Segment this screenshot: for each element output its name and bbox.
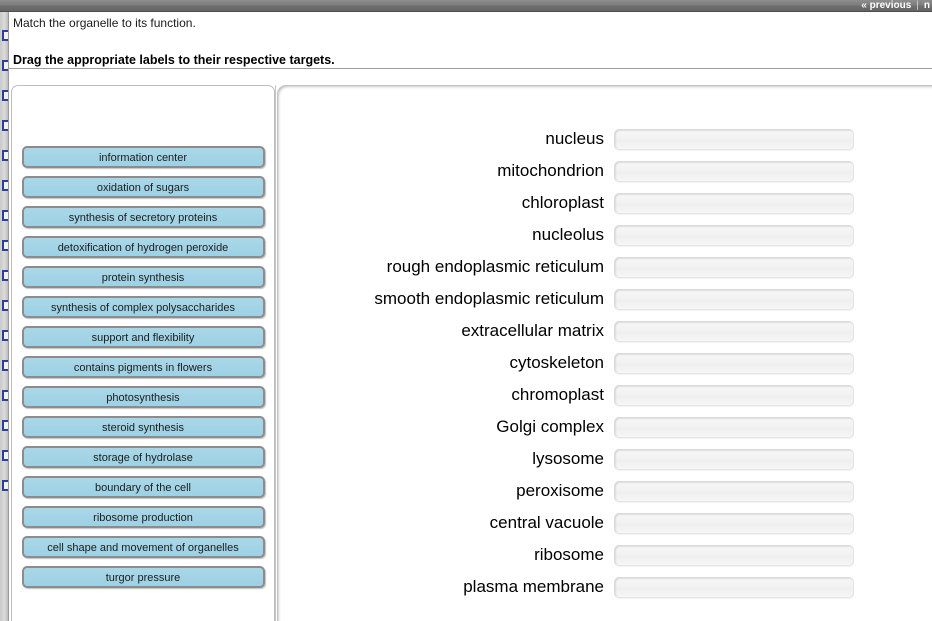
draggable-label[interactable]: boundary of the cell <box>21 476 265 498</box>
clipped-tab-mark <box>2 180 8 191</box>
clipped-tab-mark <box>2 60 8 71</box>
left-edge-strip <box>0 12 9 621</box>
drop-target-slot[interactable] <box>614 256 854 278</box>
nav-separator: | <box>916 0 919 11</box>
activity-header: Match the organelle to its function. Dra… <box>9 13 932 69</box>
target-row: nucleus <box>277 128 932 150</box>
target-row: cytoskeleton <box>277 352 932 374</box>
clipped-tab-mark <box>2 330 8 341</box>
draggable-label[interactable]: protein synthesis <box>21 266 265 288</box>
draggable-label[interactable]: steroid synthesis <box>21 416 265 438</box>
header-divider <box>9 68 932 69</box>
clipped-tab-mark <box>2 150 8 161</box>
drop-target-slot[interactable] <box>614 352 854 374</box>
target-label: Golgi complex <box>496 417 604 436</box>
panel-divider <box>275 85 276 621</box>
top-navigation-bar: « previous | n <box>0 0 932 12</box>
draggable-label[interactable]: turgor pressure <box>21 566 265 588</box>
drop-target-slot[interactable] <box>614 512 854 534</box>
target-label: mitochondrion <box>497 161 604 180</box>
target-label: nucleus <box>545 129 604 148</box>
target-label: rough endoplasmic reticulum <box>386 257 604 276</box>
target-row: Golgi complex <box>277 416 932 438</box>
target-row: mitochondrion <box>277 160 932 182</box>
target-row: smooth endoplasmic reticulum <box>277 288 932 310</box>
drop-target-slot[interactable] <box>614 320 854 342</box>
previous-link[interactable]: « previous <box>861 0 911 11</box>
target-row: ribosome <box>277 544 932 566</box>
clipped-tab-mark <box>2 120 8 131</box>
clipped-tab-mark <box>2 300 8 311</box>
draggable-label[interactable]: ribosome production <box>21 506 265 528</box>
draggable-label[interactable]: synthesis of complex polysaccharides <box>21 296 265 318</box>
draggable-label[interactable]: cell shape and movement of organelles <box>21 536 265 558</box>
top-navigation-links: « previous | n <box>861 0 932 11</box>
drop-target-slot[interactable] <box>614 128 854 150</box>
draggable-label-list: information center oxidation of sugars syn… <box>11 146 275 596</box>
target-row: nucleolus <box>277 224 932 246</box>
drop-target-slot[interactable] <box>614 480 854 502</box>
draggable-label[interactable]: contains pigments in flowers <box>21 356 265 378</box>
clipped-tab-mark <box>2 390 8 401</box>
target-row: peroxisome <box>277 480 932 502</box>
target-row: chromoplast <box>277 384 932 406</box>
target-label: chromoplast <box>511 385 604 404</box>
target-row-list: nucleus mitochondrion chloroplast nucleolus… <box>277 128 932 608</box>
target-label: central vacuole <box>489 513 604 532</box>
drop-target-slot[interactable] <box>614 224 854 246</box>
draggable-label[interactable]: detoxification of hydrogen peroxide <box>21 236 265 258</box>
drop-target-slot[interactable] <box>614 384 854 406</box>
target-row: plasma membrane <box>277 576 932 598</box>
target-label: chloroplast <box>521 193 604 212</box>
next-link[interactable]: n <box>924 0 930 11</box>
draggable-label[interactable]: storage of hydrolase <box>21 446 265 468</box>
target-label: peroxisome <box>516 481 604 500</box>
draggable-label[interactable]: oxidation of sugars <box>21 176 265 198</box>
drop-target-slot[interactable] <box>614 416 854 438</box>
drop-target-slot[interactable] <box>614 576 854 598</box>
target-row: central vacuole <box>277 512 932 534</box>
activity-page: « previous | n Match the organelle to it… <box>0 0 932 621</box>
draggable-label[interactable]: photosynthesis <box>21 386 265 408</box>
draggable-label[interactable]: synthesis of secretory proteins <box>21 206 265 228</box>
clipped-tab-mark <box>2 420 8 431</box>
clipped-tab-mark <box>2 90 8 101</box>
target-label: nucleolus <box>532 225 604 244</box>
clipped-tab-mark <box>2 270 8 281</box>
target-row: lysosome <box>277 448 932 470</box>
instruction-text: Drag the appropriate labels to their res… <box>13 53 335 67</box>
clipped-tab-mark <box>2 480 8 491</box>
clipped-tab-mark <box>2 450 8 461</box>
question-text: Match the organelle to its function. <box>13 16 196 30</box>
clipped-tab-mark <box>2 360 8 371</box>
clipped-tab-mark <box>2 30 8 41</box>
target-label: cytoskeleton <box>509 353 605 372</box>
target-row: chloroplast <box>277 192 932 214</box>
target-row: rough endoplasmic reticulum <box>277 256 932 278</box>
drop-target-slot[interactable] <box>614 544 854 566</box>
target-row: extracellular matrix <box>277 320 932 342</box>
clipped-tab-mark <box>2 240 8 251</box>
target-label: extracellular matrix <box>461 321 604 340</box>
drop-target-slot[interactable] <box>614 160 854 182</box>
target-label: smooth endoplasmic reticulum <box>374 289 604 308</box>
drop-target-slot[interactable] <box>614 192 854 214</box>
drop-target-slot[interactable] <box>614 448 854 470</box>
target-label: plasma membrane <box>463 577 604 596</box>
target-label: ribosome <box>534 545 604 564</box>
drop-target-slot[interactable] <box>614 288 854 310</box>
draggable-label[interactable]: support and flexibility <box>21 326 265 348</box>
clipped-tab-mark <box>2 210 8 221</box>
target-label: lysosome <box>532 449 604 468</box>
draggable-label[interactable]: information center <box>21 146 265 168</box>
